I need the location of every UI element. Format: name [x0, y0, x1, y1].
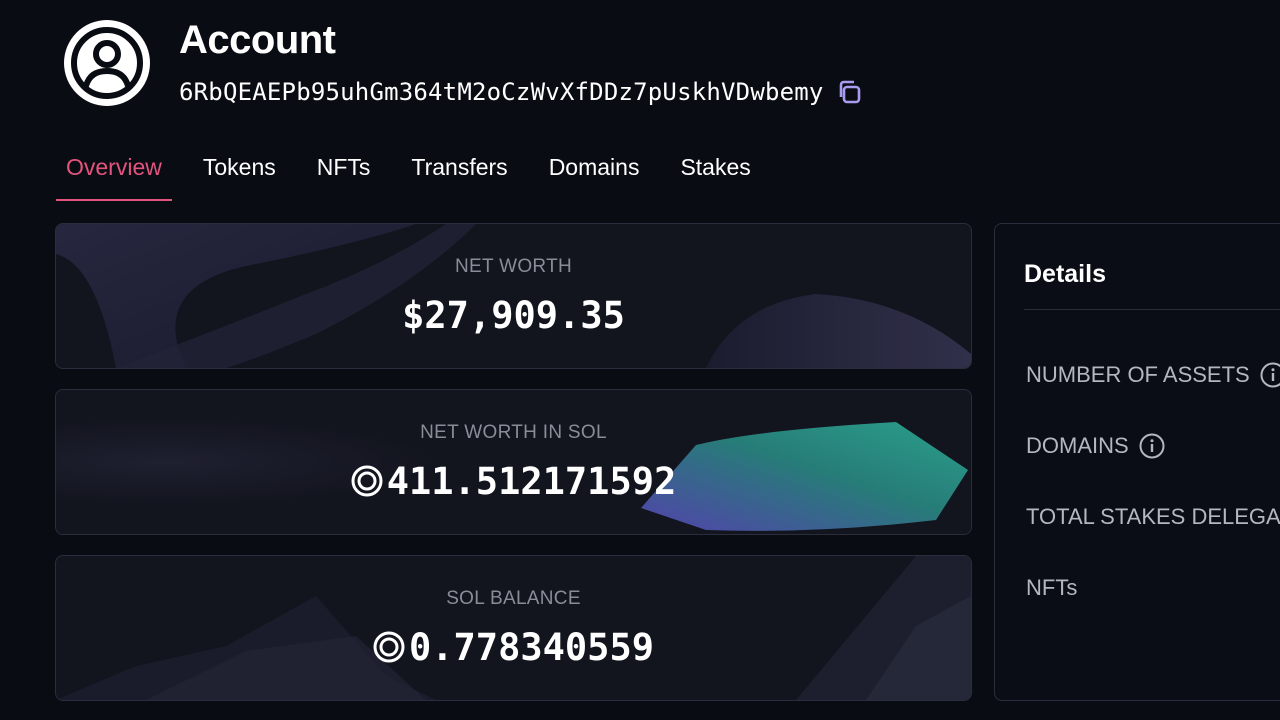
details-row-label: NFTs	[1026, 575, 1078, 600]
net-worth-sol-label: NET WORTH IN SOL	[420, 422, 607, 443]
address-row: 6RbQEAEPb95uhGm364tM2oCzWvXfDDz7pUskhVDw…	[179, 78, 862, 106]
info-icon[interactable]	[1139, 433, 1165, 459]
details-divider	[1024, 309, 1280, 310]
sol-balance-label: SOL BALANCE	[446, 588, 581, 609]
details-row-total-stakes: TOTAL STAKES DELEGA	[1026, 504, 1280, 530]
sol-balance-value-row: 0.778340559	[56, 626, 971, 669]
details-row-label: TOTAL STAKES DELEGA	[1026, 504, 1280, 529]
info-icon[interactable]	[1260, 362, 1280, 388]
details-row-nfts: NFTs	[1026, 575, 1077, 601]
details-panel: Details NUMBER OF ASSETS DOMAINS TOTAL S…	[994, 223, 1280, 701]
sol-icon	[351, 465, 383, 497]
sol-balance-card: SOL BALANCE 0.778340559	[55, 555, 972, 701]
net-worth-sol-value-row: 411.512171592	[56, 460, 971, 503]
details-title: Details	[1024, 260, 1106, 288]
sol-balance-value: 0.778340559	[408, 626, 655, 669]
net-worth-card: NET WORTH $27,909.35	[55, 223, 972, 369]
copy-icon[interactable]	[836, 79, 862, 105]
net-worth-label: NET WORTH	[454, 256, 573, 277]
tab-overview[interactable]: Overview	[56, 150, 172, 201]
net-worth-value: $27,909.35	[402, 294, 625, 337]
sol-icon	[373, 631, 405, 663]
net-worth-sol-card: NET WORTH IN SOL 411.512171592	[55, 389, 972, 535]
page-title: Account	[179, 18, 336, 62]
tab-domains[interactable]: Domains	[539, 150, 650, 201]
details-row-domains: DOMAINS	[1026, 433, 1165, 459]
user-circle-icon	[64, 20, 150, 106]
tab-stakes[interactable]: Stakes	[670, 150, 760, 201]
tab-nfts[interactable]: NFTs	[307, 150, 381, 201]
tab-transfers[interactable]: Transfers	[401, 150, 517, 201]
account-address: 6RbQEAEPb95uhGm364tM2oCzWvXfDDz7pUskhVDw…	[179, 78, 824, 106]
details-row-label: DOMAINS	[1026, 433, 1129, 458]
tab-bar: Overview Tokens NFTs Transfers Domains S…	[56, 150, 782, 201]
details-row-label: NUMBER OF ASSETS	[1026, 362, 1250, 387]
details-row-number-of-assets: NUMBER OF ASSETS	[1026, 362, 1280, 388]
tab-tokens[interactable]: Tokens	[193, 150, 286, 201]
net-worth-sol-value: 411.512171592	[386, 460, 677, 503]
